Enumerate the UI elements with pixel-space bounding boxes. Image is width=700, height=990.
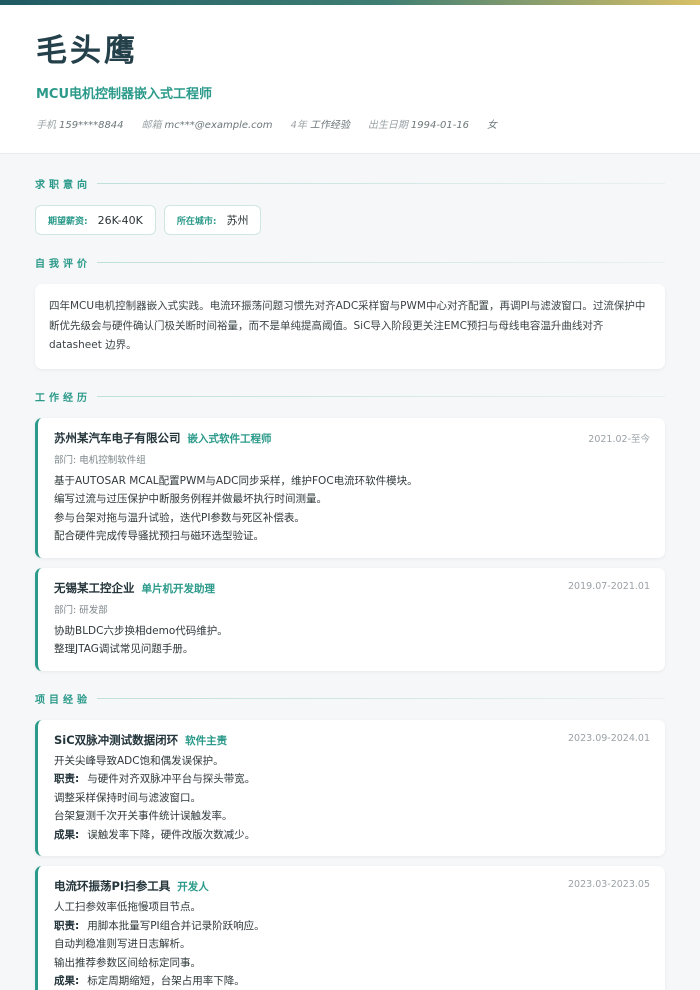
company-name: 无锡某工控企业: [54, 580, 135, 595]
list-item: 整理JTAG调试常见问题手册。: [54, 643, 194, 655]
section-divider: [97, 697, 665, 699]
company-name: 苏州某汽车电子有限公司: [54, 430, 181, 445]
job-role: 单片机开发助理: [141, 582, 216, 595]
project-name: 电流环振荡PI扫参工具: [54, 879, 171, 893]
duty-line: 自动判稳准则写进日志解析。: [54, 938, 191, 950]
section-title-summary: 自我评价: [35, 255, 665, 270]
list-item: 配合硬件完成传导骚扰预扫与磁环选型验证。: [54, 530, 264, 542]
result-line: 成果: 误触发率下降，硬件改版次数减少。: [54, 828, 256, 841]
meta-birthdate: 出生日期 1994-01-16: [367, 120, 470, 131]
salary-chip: 期望薪资: 26K-40K: [35, 205, 156, 235]
contact-meta: 手机 159****8844 邮箱 mc***@example.com 4年 工作经验…: [36, 116, 664, 131]
result-line: 成果: 标定周期缩短，台架占用率下降。: [54, 975, 245, 987]
project-description: 开关尖峰导致ADC饱和偶发误保护。: [54, 754, 224, 767]
section-title-intent: 求职意向: [35, 176, 665, 191]
job-title: MCU电机控制器嵌入式工程师: [36, 87, 213, 102]
meta-email: 邮箱 mc***@example.com: [141, 120, 273, 131]
section-title-work: 工作经历: [35, 389, 665, 404]
duty-line: 职责: 与硬件对齐双脉冲平台与探头带宽。: [54, 773, 256, 785]
list-item: 编写过流与过压保护中断服务例程并做最坏执行时间测量。: [54, 493, 327, 505]
project-name: SiC双脉冲测试数据闭环: [54, 732, 179, 747]
project-role: 软件主责: [185, 734, 228, 747]
project-details: 人工扫参效率低拖慢项目节点。 职责: 用脚本批量写PI组合并记录阶跃响应。 自动判…: [54, 898, 650, 990]
meta-phone: 手机 159****8844: [36, 120, 124, 131]
work-item: 无锡某工控企业 单片机开发助理 2019.07-2021.01 部门: 研发部 …: [35, 567, 665, 671]
date-range: 2019.07-2021.01: [568, 580, 650, 592]
job-role: 嵌入式软件工程师: [187, 432, 272, 445]
date-range: 2023.09-2024.01: [568, 732, 650, 744]
section-divider: [97, 395, 665, 397]
duty-line: 职责: 用脚本批量写PI组合并记录阶跃响应。: [54, 919, 265, 932]
project-description: 人工扫参效率低拖慢项目节点。: [54, 901, 201, 913]
duty-line: 台架复测千次开关事件统计误触发率。: [54, 810, 233, 822]
department: 部门: 研发部: [54, 604, 108, 616]
resume-body: 求职意向 期望薪资: 26K-40K 所在城市: 苏州 自我评价 四年MCU电机…: [0, 154, 700, 990]
list-item: 参与台架对拖与温升试验，迭代PI参数与死区补偿表。: [54, 511, 305, 524]
department: 部门: 电机控制软件组: [54, 454, 146, 466]
section-title-projects: 项目经验: [35, 691, 665, 706]
project-item: 电流环振荡PI扫参工具 开发人 2023.03-2023.05 人工扫参效率低拖…: [35, 866, 665, 990]
list-item: 协助BLDC六步换相demo代码维护。: [54, 624, 228, 637]
duty-line: 输出推荐参数区间给标定同事。: [54, 956, 201, 969]
responsibility-list: 协助BLDC六步换相demo代码维护。 整理JTAG调试常见问题手册。: [54, 622, 650, 659]
candidate-name: 毛头鹰: [36, 33, 138, 69]
section-divider: [97, 262, 665, 263]
duty-line: 调整采样保持时间与滤波窗口。: [54, 791, 201, 804]
project-role: 开发人: [177, 881, 209, 893]
summary-card: 四年MCU电机控制器嵌入式实践。电流环振荡问题习惯先对齐ADC采样窗与PWM中心…: [35, 284, 665, 369]
resume-header: 毛头鹰 MCU电机控制器嵌入式工程师 手机 159****8844 邮箱 mc***…: [0, 5, 700, 154]
date-range: 2023.03-2023.05: [568, 879, 650, 890]
date-range: 2021.02-至今: [588, 433, 650, 445]
work-item: 苏州某汽车电子有限公司 嵌入式软件工程师 2021.02-至今 部门: 电机控制…: [35, 417, 665, 558]
project-details: 开关尖峰导致ADC饱和偶发误保护。 职责: 与硬件对齐双脉冲平台与探头带宽。 调整…: [54, 752, 650, 845]
meta-experience: 4年 工作经验: [290, 120, 350, 131]
section-divider: [97, 183, 665, 184]
city-chip: 所在城市: 苏州: [163, 205, 262, 235]
meta-gender: 女: [487, 120, 498, 131]
responsibility-list: 基于AUTOSAR MCAL配置PWM与ADC同步采样，维护FOC电流环软件模块…: [54, 472, 650, 546]
list-item: 基于AUTOSAR MCAL配置PWM与ADC同步采样，维护FOC电流环软件模块…: [54, 474, 418, 487]
intent-chips: 期望薪资: 26K-40K 所在城市: 苏州: [35, 205, 665, 235]
project-item: SiC双脉冲测试数据闭环 软件主责 2023.09-2024.01 开关尖峰导致…: [35, 719, 665, 856]
